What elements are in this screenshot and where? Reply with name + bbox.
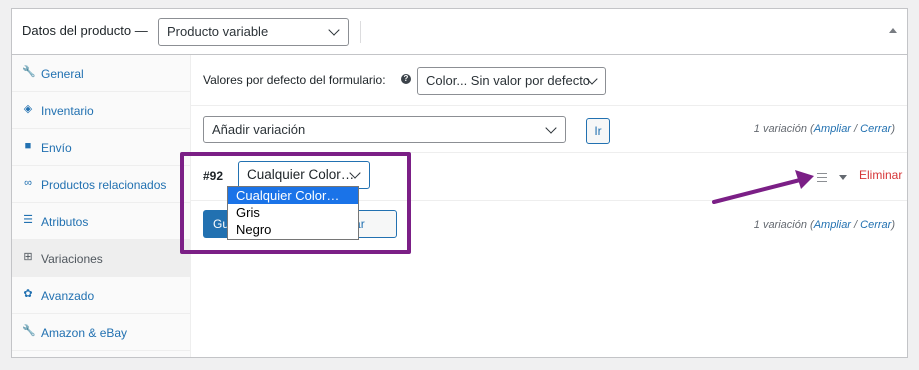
annotation-arrow-icon xyxy=(712,170,814,204)
